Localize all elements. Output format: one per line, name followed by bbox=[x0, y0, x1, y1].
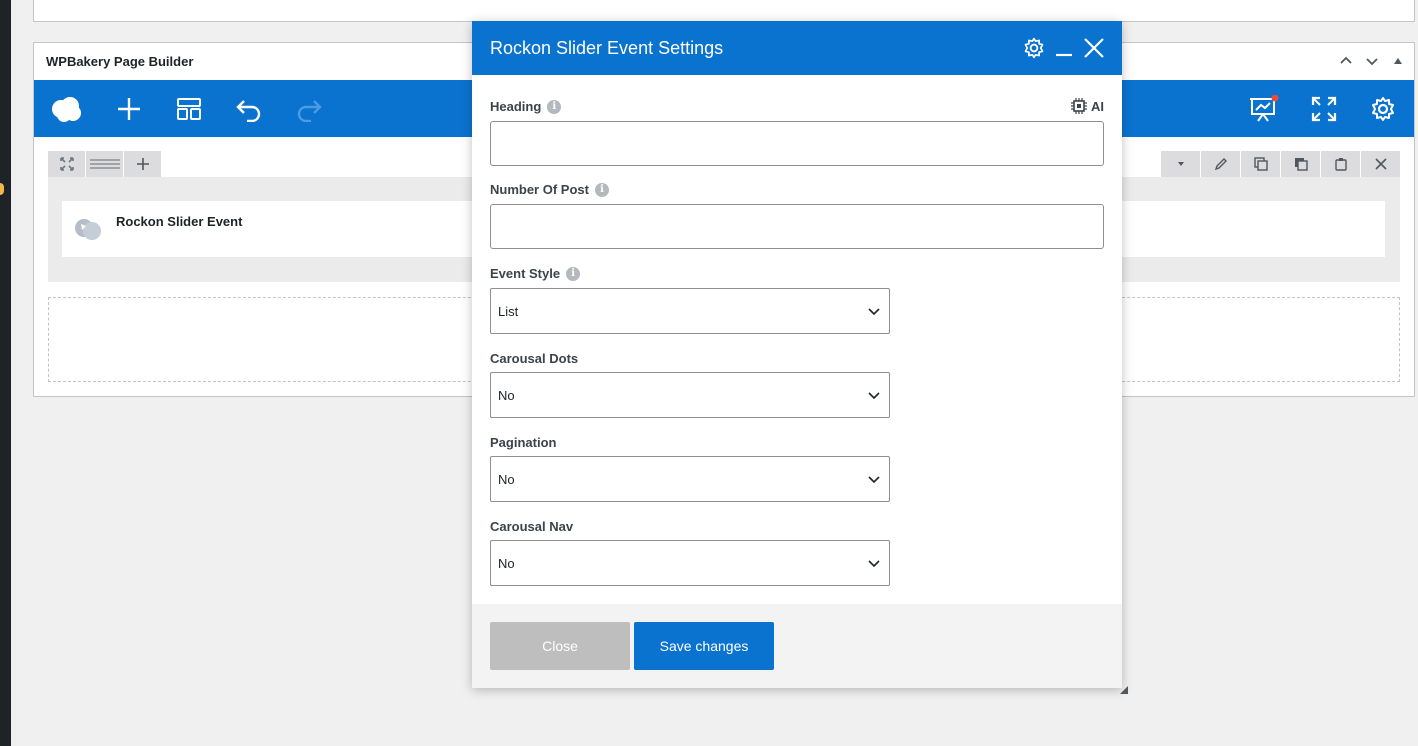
pagination-label: Pagination bbox=[490, 435, 556, 450]
admin-sidebar-edge bbox=[0, 0, 11, 746]
layout-icon[interactable] bbox=[172, 92, 206, 126]
cloud-icon[interactable] bbox=[50, 92, 84, 126]
settings-modal: Rockon Slider Event Settings Heading i A… bbox=[472, 21, 1128, 694]
event-style-value: List bbox=[498, 303, 519, 319]
carousal-dots-label: Carousal Dots bbox=[490, 351, 578, 366]
carousal-dots-label-text: Carousal Dots bbox=[490, 351, 579, 366]
carousal-dots-value: No bbox=[498, 387, 515, 403]
row-layout-icon[interactable] bbox=[86, 151, 123, 177]
panel-title: WPBakery Page Builder bbox=[46, 54, 194, 69]
redo-icon[interactable] bbox=[292, 92, 326, 126]
heading-label-text: Heading bbox=[490, 99, 542, 114]
info-icon[interactable]: i bbox=[547, 99, 562, 114]
row-add-icon[interactable] bbox=[124, 151, 161, 177]
event-style-label: Event Style i bbox=[490, 266, 581, 281]
plus-icon[interactable] bbox=[112, 92, 146, 126]
modal-footer: Close Save changes bbox=[472, 604, 1122, 688]
number-of-post-label-text: Number Of Post bbox=[490, 182, 589, 197]
carousal-nav-value: No bbox=[498, 555, 515, 571]
save-changes-button[interactable]: Save changes bbox=[634, 622, 774, 670]
copy-icon[interactable] bbox=[1281, 151, 1320, 177]
element-cloud-icon bbox=[75, 219, 101, 240]
element-label: Rockon Slider Event bbox=[116, 213, 243, 229]
panel-controls bbox=[1338, 53, 1406, 69]
event-style-label-text: Event Style bbox=[490, 266, 561, 281]
edit-pencil-icon[interactable] bbox=[1201, 151, 1240, 177]
chevron-down-icon bbox=[868, 392, 880, 400]
paste-icon[interactable] bbox=[1321, 151, 1360, 177]
number-of-post-input[interactable] bbox=[490, 204, 1104, 249]
chevron-down-icon[interactable] bbox=[1364, 53, 1380, 69]
minimize-icon[interactable] bbox=[1052, 36, 1076, 60]
info-icon[interactable]: i bbox=[566, 266, 581, 281]
fullscreen-icon[interactable] bbox=[1307, 92, 1341, 126]
ai-label: AI bbox=[1091, 98, 1104, 114]
pagination-select[interactable]: No bbox=[490, 456, 890, 502]
carousal-nav-label-text: Carousal Nav bbox=[490, 519, 574, 534]
clone-icon[interactable] bbox=[1241, 151, 1280, 177]
sidebar-indicator bbox=[0, 183, 4, 195]
chevron-up-icon[interactable] bbox=[1338, 53, 1354, 69]
carousal-nav-label: Carousal Nav bbox=[490, 519, 573, 534]
modal-header[interactable]: Rockon Slider Event Settings bbox=[472, 21, 1122, 75]
pagination-label-text: Pagination bbox=[490, 435, 557, 450]
event-style-select[interactable]: List bbox=[490, 288, 890, 334]
modal-title: Rockon Slider Event Settings bbox=[490, 37, 724, 58]
chevron-down-icon bbox=[868, 308, 880, 316]
modal-controls bbox=[1022, 36, 1106, 60]
row-controls-left bbox=[48, 151, 161, 177]
heading-input[interactable] bbox=[490, 121, 1104, 166]
delete-icon[interactable] bbox=[1361, 151, 1400, 177]
ai-button[interactable]: AI bbox=[1071, 98, 1104, 114]
chevron-down-icon bbox=[868, 476, 880, 484]
carousal-dots-select[interactable]: No bbox=[490, 372, 890, 418]
row-controls-right bbox=[1161, 151, 1400, 177]
triangle-up-icon[interactable] bbox=[1390, 53, 1406, 69]
row-toggle-icon[interactable] bbox=[1161, 151, 1200, 177]
editor-top-box bbox=[33, 0, 1415, 22]
undo-icon[interactable] bbox=[232, 92, 266, 126]
info-icon[interactable]: i bbox=[594, 182, 609, 197]
preview-icon[interactable] bbox=[1247, 92, 1281, 126]
resize-grip-icon[interactable] bbox=[1120, 686, 1128, 694]
pagination-value: No bbox=[498, 471, 515, 487]
chevron-down-icon bbox=[868, 560, 880, 568]
row-move-icon[interactable] bbox=[48, 151, 85, 177]
heading-label: Heading i bbox=[490, 99, 562, 114]
carousal-nav-select[interactable]: No bbox=[490, 540, 890, 586]
close-button[interactable]: Close bbox=[490, 622, 630, 670]
settings-icon[interactable] bbox=[1366, 92, 1400, 126]
close-icon[interactable] bbox=[1082, 36, 1106, 60]
chip-icon bbox=[1071, 98, 1087, 114]
number-of-post-label: Number Of Post i bbox=[490, 182, 609, 197]
modal-gear-icon[interactable] bbox=[1022, 36, 1046, 60]
